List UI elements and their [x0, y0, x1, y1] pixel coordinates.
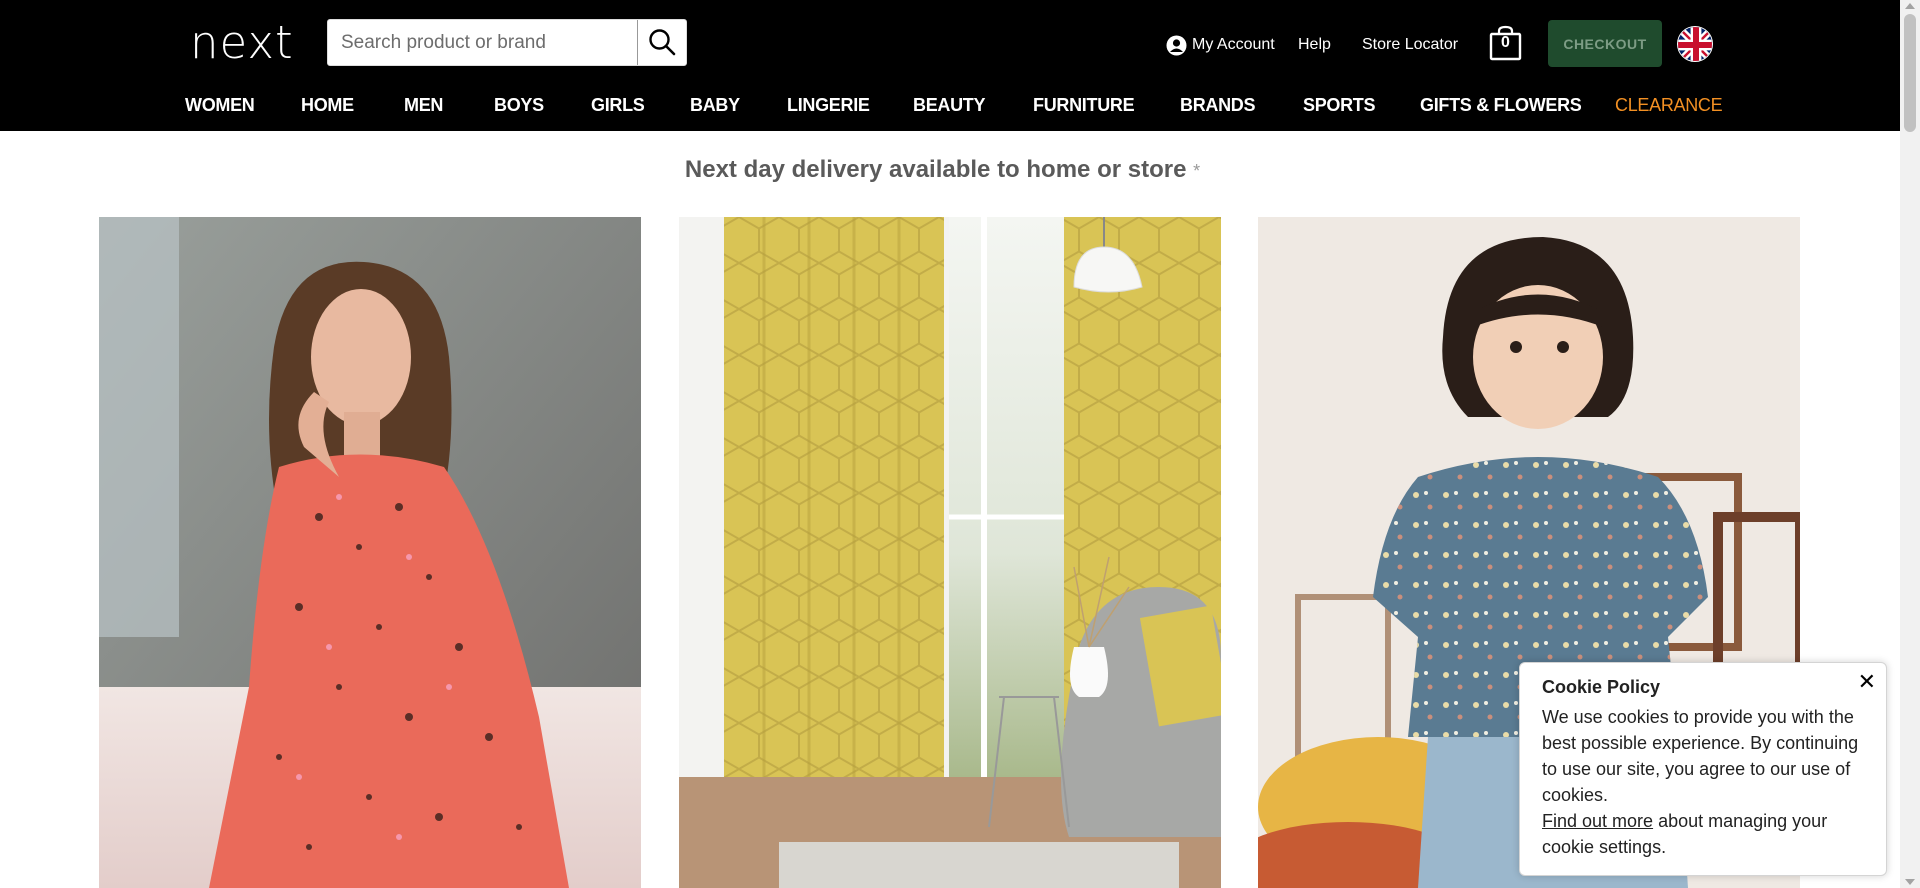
bag-count: 0 — [1501, 34, 1510, 51]
help-link[interactable]: Help — [1298, 36, 1331, 54]
uk-flag-icon[interactable] — [1677, 26, 1713, 62]
cookie-policy-popup: ✕ Cookie Policy We use cookies to provid… — [1519, 662, 1887, 876]
home-promo-image — [679, 217, 1221, 888]
nav-item-women[interactable]: WOMEN — [185, 92, 255, 118]
user-icon — [1166, 35, 1187, 55]
nav-item-brands[interactable]: BRANDS — [1180, 92, 1256, 118]
nav-item-boys[interactable]: BOYS — [494, 92, 544, 118]
my-account-label: My Account — [1192, 36, 1275, 53]
nav-item-home[interactable]: HOME — [301, 92, 354, 118]
site-header: next My Account Help Store Locator 0 CHE… — [0, 0, 1900, 131]
scroll-down-arrow-icon[interactable] — [1905, 879, 1915, 885]
find-out-more-link[interactable]: Find out more — [1542, 811, 1653, 831]
nav-item-gifts-flowers[interactable]: GIFTS & FLOWERS — [1420, 92, 1582, 118]
scroll-up-arrow-icon[interactable] — [1905, 3, 1915, 9]
nav-item-baby[interactable]: BABY — [690, 92, 740, 118]
main-navigation: WOMEN HOME MEN BOYS GIRLS BABY LINGERIE … — [0, 92, 1900, 118]
next-logo[interactable]: next — [190, 20, 294, 66]
nav-item-clearance[interactable]: CLEARANCE — [1615, 92, 1723, 118]
checkout-button[interactable]: CHECKOUT — [1548, 20, 1662, 67]
search-icon — [649, 29, 676, 56]
page-scrollbar[interactable] — [1900, 0, 1920, 888]
scrollbar-thumb[interactable] — [1904, 14, 1916, 132]
cookie-title: Cookie Policy — [1542, 677, 1661, 697]
store-locator-link[interactable]: Store Locator — [1362, 36, 1458, 54]
nav-item-sports[interactable]: SPORTS — [1303, 92, 1376, 118]
cookie-body: We use cookies to provide you with the b… — [1542, 704, 1864, 860]
nav-item-men[interactable]: MEN — [404, 92, 443, 118]
delivery-text: Next day delivery available to home or s… — [684, 156, 1187, 183]
promo-tile-women[interactable] — [99, 217, 641, 888]
nav-item-girls[interactable]: GIRLS — [591, 92, 645, 118]
delivery-banner: Next day delivery available to home or s… — [0, 156, 1885, 184]
my-account-link[interactable]: My Account — [1166, 33, 1275, 57]
nav-item-lingerie[interactable]: LINGERIE — [787, 92, 870, 118]
cookie-body-text: We use cookies to provide you with the b… — [1542, 707, 1859, 805]
promo-tile-home[interactable] — [679, 217, 1221, 888]
close-icon[interactable]: ✕ — [1858, 669, 1876, 695]
shopping-bag-button[interactable]: 0 — [1489, 25, 1522, 61]
search-input[interactable] — [328, 20, 638, 65]
delivery-asterisk: * — [1193, 161, 1201, 181]
nav-item-furniture[interactable]: FURNITURE — [1033, 92, 1135, 118]
search-button[interactable] — [637, 20, 686, 65]
women-promo-image — [99, 217, 641, 888]
search-box — [327, 19, 687, 66]
nav-item-beauty[interactable]: BEAUTY — [913, 92, 986, 118]
